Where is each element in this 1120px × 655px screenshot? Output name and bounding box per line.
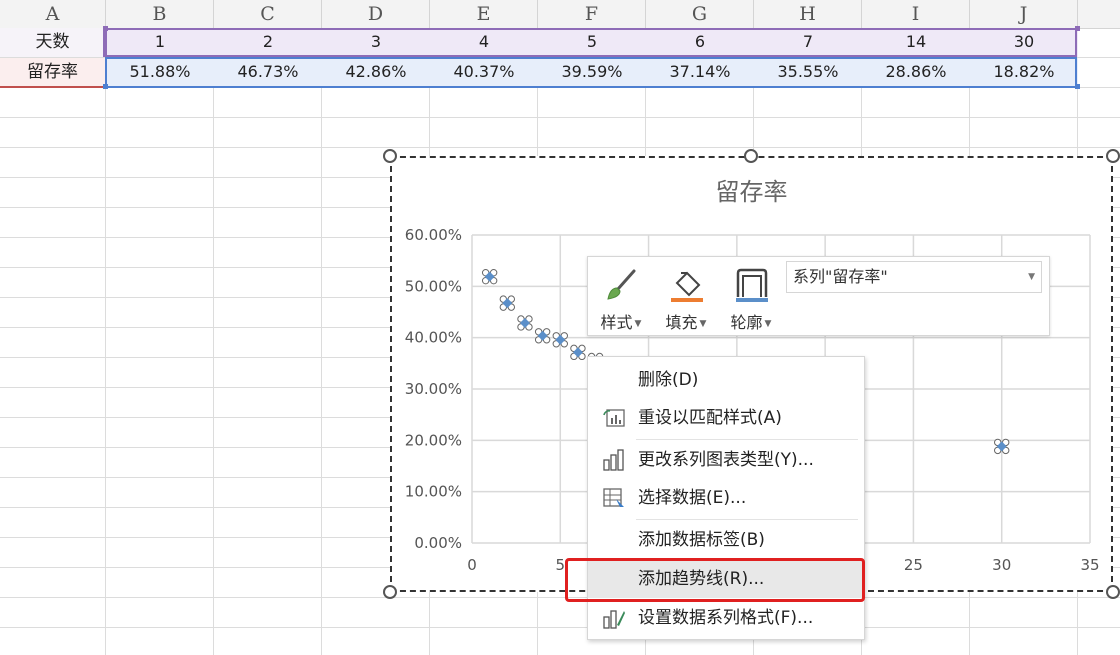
chevron-down-icon: ▼ (1028, 272, 1035, 282)
data-point (481, 268, 498, 285)
grid-line (0, 627, 1120, 628)
menu-item-delete[interactable]: 删除(D) (588, 361, 864, 399)
outline-icon (736, 268, 768, 302)
resize-handle-tr[interactable] (1106, 149, 1120, 163)
annotation-highlight-box (565, 558, 865, 602)
dropdown-arrow-icon: ▼ (699, 318, 707, 329)
column-header-a[interactable]: A (0, 0, 106, 28)
label-range-underline (0, 86, 104, 88)
x-tick-label: 30 (992, 556, 1011, 574)
style-label: 样式 (600, 313, 633, 332)
grid-line (0, 597, 1120, 598)
column-header-h[interactable]: H (754, 0, 862, 28)
dropdown-arrow-icon: ▼ (764, 318, 772, 329)
menu-item-label: 添加数据标签(B) (638, 530, 765, 550)
menu-item-format-data-series[interactable]: 设置数据系列格式(F)... (588, 599, 864, 637)
x-tick-label: 5 (556, 556, 566, 574)
column-header-i[interactable]: I (862, 0, 970, 28)
column-header-g[interactable]: G (646, 0, 754, 28)
cell-a1[interactable]: 天数 (0, 27, 105, 57)
data-point (499, 295, 516, 311)
data-point (534, 328, 551, 344)
menu-item-change-chart-type[interactable]: 更改系列图表类型(Y)... (588, 441, 864, 479)
grid-line (213, 28, 214, 655)
fill-button[interactable]: 填充 ▼ (657, 263, 715, 332)
grid-line (0, 147, 1120, 148)
chart-mini-toolbar: 样式 ▼ 填充 ▼ 轮廓 ▼ 系列"留存率" ▼ (587, 256, 1050, 336)
range-handle[interactable] (1075, 26, 1080, 31)
column-header-b[interactable]: B (106, 0, 214, 28)
menu-separator (636, 519, 858, 520)
y-tick-label: 0.00% (414, 534, 462, 552)
menu-item-add-data-labels[interactable]: 添加数据标签(B) (588, 521, 864, 559)
bar-chart-icon (603, 449, 624, 471)
range-handle[interactable] (103, 84, 108, 89)
column-header-d[interactable]: D (322, 0, 430, 28)
x-tick-label: 0 (467, 556, 477, 574)
paintbrush-icon (607, 269, 636, 300)
y-range-highlight[interactable] (105, 57, 1077, 88)
y-tick-label: 10.00% (405, 483, 462, 501)
series-select-value: 系列"留存率" (793, 267, 888, 286)
fill-bucket-icon (671, 271, 703, 302)
y-tick-label: 60.00% (405, 226, 462, 244)
x-tick-label: 25 (904, 556, 923, 574)
cell-a2[interactable]: 留存率 (0, 57, 105, 87)
resize-handle-tm[interactable] (744, 149, 758, 163)
y-tick-label: 50.00% (405, 277, 462, 295)
outline-label: 轮廓 (730, 313, 763, 332)
menu-separator (636, 439, 858, 440)
grid-line (0, 117, 1120, 118)
fill-label: 填充 (665, 313, 698, 332)
grid-line (105, 28, 106, 655)
menu-item-label: 重设以匹配样式(A) (638, 408, 782, 428)
column-header-e[interactable]: E (430, 0, 538, 28)
series-select[interactable]: 系列"留存率" ▼ (786, 261, 1042, 293)
select-data-icon (603, 488, 624, 507)
resize-handle-tl[interactable] (383, 149, 397, 163)
menu-item-label: 更改系列图表类型(Y)... (638, 450, 814, 470)
resize-handle-br[interactable] (1106, 585, 1120, 599)
dropdown-arrow-icon: ▼ (634, 318, 642, 329)
menu-item-reset-style[interactable]: 重设以匹配样式(A) (588, 399, 864, 437)
x-range-highlight[interactable] (105, 28, 1077, 57)
range-handle[interactable] (1075, 84, 1080, 89)
data-point (570, 344, 586, 361)
style-button[interactable]: 样式 ▼ (592, 263, 650, 332)
reset-style-icon (603, 409, 625, 427)
y-tick-label: 40.00% (405, 329, 462, 347)
y-tick-label: 30.00% (405, 380, 462, 398)
grid-line (321, 28, 322, 655)
x-tick-label: 35 (1080, 556, 1099, 574)
column-header-c[interactable]: C (214, 0, 322, 28)
menu-item-label: 删除(D) (638, 370, 699, 390)
menu-item-label: 选择数据(E)... (638, 488, 747, 508)
y-tick-label: 20.00% (405, 431, 462, 449)
resize-handle-bl[interactable] (383, 585, 397, 599)
menu-item-select-data[interactable]: 选择数据(E)... (588, 479, 864, 517)
outline-button[interactable]: 轮廓 ▼ (722, 263, 780, 332)
data-point (517, 315, 533, 331)
format-series-icon (603, 610, 625, 629)
column-header-f[interactable]: F (538, 0, 646, 28)
column-header-j[interactable]: J (970, 0, 1078, 28)
range-handle[interactable] (103, 26, 108, 31)
menu-item-label: 设置数据系列格式(F)... (638, 608, 814, 628)
